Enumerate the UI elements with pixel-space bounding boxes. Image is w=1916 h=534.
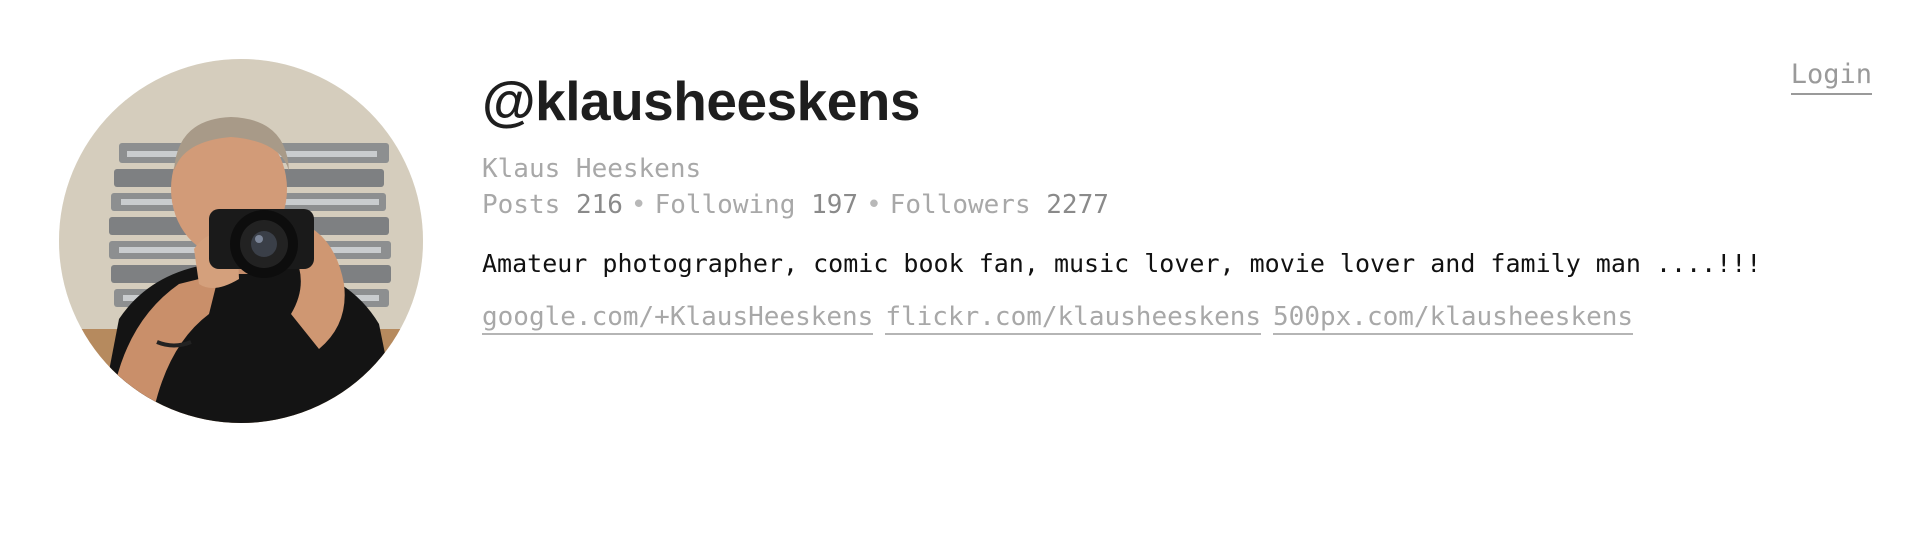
profile-full-name: Klaus Heeskens <box>482 154 702 184</box>
posts-count: 216 <box>575 190 623 220</box>
profile-stats: Posts 216 • Following 197 • Followers 2277 <box>482 188 1842 222</box>
avatar-photo <box>59 59 423 423</box>
stats-separator: • <box>866 190 882 220</box>
profile-bio: Amateur photographer, comic book fan, mu… <box>482 249 1762 278</box>
profile-link-flickr[interactable]: flickr.com/klausheeskens <box>885 302 1262 335</box>
stats-separator: • <box>630 190 647 220</box>
followers-count: 2277 <box>1046 190 1109 220</box>
profile-info: @klausheeskens Klaus Heeskens Posts 216 •… <box>482 70 1842 335</box>
following-label: Following <box>654 190 796 220</box>
profile-link-google[interactable]: google.com/+KlausHeeskens <box>482 302 874 335</box>
posts-label: Posts <box>482 190 561 220</box>
profile-handle: @klausheeskens <box>482 70 921 132</box>
profile-link-500px[interactable]: 500px.com/klausheeskens <box>1273 302 1634 335</box>
profile-links: google.com/+KlausHeeskens flickr.com/klau… <box>482 300 1842 335</box>
profile-avatar <box>59 59 423 423</box>
followers-label: Followers <box>889 190 1031 220</box>
following-count: 197 <box>811 190 859 220</box>
